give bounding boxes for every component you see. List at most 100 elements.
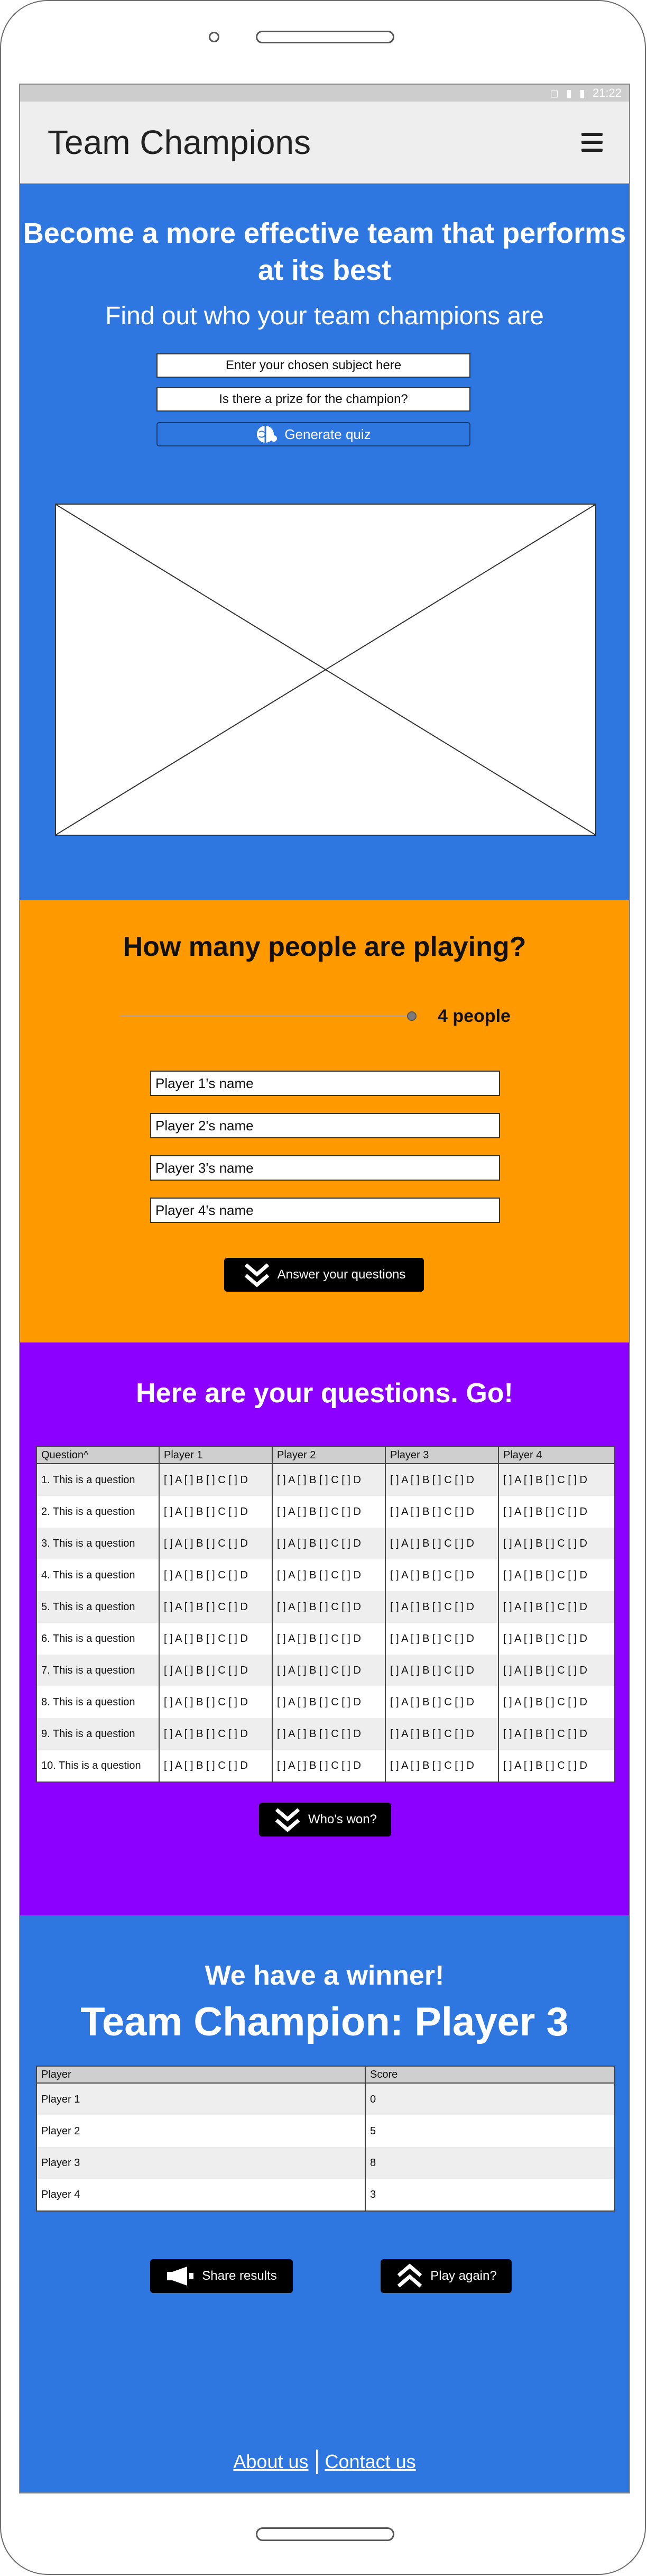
speaker-grille (256, 31, 394, 43)
player-name: Player 1 (36, 2083, 366, 2115)
about-us-link[interactable]: About us (233, 2451, 308, 2473)
answer-options[interactable]: [ ] A [ ] B [ ] C [ ] D (272, 1528, 386, 1559)
question-row: 7. This is a question[ ] A [ ] B [ ] C [… (36, 1655, 615, 1686)
question-text: 3. This is a question (36, 1528, 160, 1559)
answer-options[interactable]: [ ] A [ ] B [ ] C [ ] D (498, 1623, 615, 1655)
answer-options[interactable]: [ ] A [ ] B [ ] C [ ] D (498, 1686, 615, 1718)
answer-options[interactable]: [ ] A [ ] B [ ] C [ ] D (272, 1496, 386, 1528)
answer-options[interactable]: [ ] A [ ] B [ ] C [ ] D (272, 1464, 386, 1496)
answer-options[interactable]: [ ] A [ ] B [ ] C [ ] D (498, 1750, 615, 1783)
phone-frame: ◻ ▮ ▮ 21:22 Team Champions Become a more… (0, 0, 646, 2575)
player-name: Player 3 (36, 2147, 366, 2179)
player-score: 0 (365, 2083, 615, 2115)
wifi-icon: ◻ (550, 87, 559, 99)
subject-input[interactable] (156, 353, 470, 378)
answer-options[interactable]: [ ] A [ ] B [ ] C [ ] D (385, 1464, 499, 1496)
answer-options[interactable]: [ ] A [ ] B [ ] C [ ] D (385, 1718, 499, 1750)
questions-title: Here are your questions. Go! (136, 1378, 513, 1409)
score-row: Player 25 (36, 2115, 615, 2147)
answer-options[interactable]: [ ] A [ ] B [ ] C [ ] D (272, 1623, 386, 1655)
question-text: 9. This is a question (36, 1718, 160, 1750)
question-text: 10. This is a question (36, 1750, 160, 1783)
prize-input[interactable] (156, 387, 470, 412)
contact-us-link[interactable]: Contact us (325, 2451, 416, 2473)
column-header: Player 1 (159, 1446, 273, 1464)
questions-table: Question^ Player 1 Player 2 Player 3 Pla… (36, 1446, 615, 1783)
player-2-name-input[interactable] (150, 1113, 500, 1138)
question-text: 4. This is a question (36, 1559, 160, 1591)
answer-options[interactable]: [ ] A [ ] B [ ] C [ ] D (159, 1496, 273, 1528)
answer-options[interactable]: [ ] A [ ] B [ ] C [ ] D (272, 1655, 386, 1686)
player-1-name-input[interactable] (150, 1071, 500, 1096)
score-row: Player 38 (36, 2147, 615, 2179)
answer-options[interactable]: [ ] A [ ] B [ ] C [ ] D (385, 1528, 499, 1559)
answer-options[interactable]: [ ] A [ ] B [ ] C [ ] D (385, 1655, 499, 1686)
answer-options[interactable]: [ ] A [ ] B [ ] C [ ] D (498, 1591, 615, 1623)
column-header: Player (36, 2066, 366, 2084)
question-text: 5. This is a question (36, 1591, 160, 1623)
column-header: Score (365, 2066, 615, 2084)
scores-table: Player Score Player 1 0 Player 2 5 Player 38… (36, 2066, 615, 2212)
generate-quiz-button[interactable]: Generate quiz (156, 422, 470, 446)
whos-won-button[interactable]: Who's won? (259, 1803, 391, 1837)
hero-section: Become a more effective team that perfor… (20, 184, 629, 900)
answer-options[interactable]: [ ] A [ ] B [ ] C [ ] D (385, 1686, 499, 1718)
battery-icon: ▮ (579, 87, 585, 99)
whos-won-label: Who's won? (308, 1812, 377, 1826)
answer-questions-button[interactable]: Answer your questions (224, 1258, 424, 1292)
hamburger-menu-icon[interactable] (581, 133, 603, 152)
answer-options[interactable]: [ ] A [ ] B [ ] C [ ] D (272, 1591, 386, 1623)
signal-icon: ▮ (566, 87, 572, 99)
answer-options[interactable]: [ ] A [ ] B [ ] C [ ] D (385, 1591, 499, 1623)
question-row: 8. This is a question[ ] A [ ] B [ ] C [… (36, 1686, 615, 1718)
brain-icon (257, 426, 278, 443)
answer-options[interactable]: [ ] A [ ] B [ ] C [ ] D (385, 1623, 499, 1655)
screen: ◻ ▮ ▮ 21:22 Team Champions Become a more… (19, 84, 630, 2493)
question-row: 10. This is a question[ ] A [ ] B [ ] C … (36, 1750, 615, 1783)
answer-options[interactable]: [ ] A [ ] B [ ] C [ ] D (272, 1718, 386, 1750)
questions-section: Here are your questions. Go! Question^ P… (20, 1342, 629, 1915)
players-title: How many people are playing? (123, 931, 526, 962)
column-header: Player 2 (272, 1446, 386, 1464)
double-chevron-down-icon (244, 1263, 269, 1287)
play-again-button[interactable]: Play again? (381, 2259, 512, 2293)
answer-options[interactable]: [ ] A [ ] B [ ] C [ ] D (385, 1750, 499, 1783)
answer-options[interactable]: [ ] A [ ] B [ ] C [ ] D (272, 1750, 386, 1783)
answer-options[interactable]: [ ] A [ ] B [ ] C [ ] D (272, 1686, 386, 1718)
answer-options[interactable]: [ ] A [ ] B [ ] C [ ] D (498, 1655, 615, 1686)
player-count-slider[interactable] (121, 1008, 417, 1024)
scores-header-row: Player Score (36, 2066, 615, 2084)
answer-options[interactable]: [ ] A [ ] B [ ] C [ ] D (159, 1559, 273, 1591)
answer-options[interactable]: [ ] A [ ] B [ ] C [ ] D (385, 1496, 499, 1528)
player-4-name-input[interactable] (150, 1198, 500, 1223)
footer: About us Contact us (20, 2450, 629, 2474)
score-row: Player 10 (36, 2083, 615, 2115)
answer-options[interactable]: [ ] A [ ] B [ ] C [ ] D (159, 1623, 273, 1655)
answer-options[interactable]: [ ] A [ ] B [ ] C [ ] D (272, 1559, 386, 1591)
answer-options[interactable]: [ ] A [ ] B [ ] C [ ] D (385, 1559, 499, 1591)
answer-options[interactable]: [ ] A [ ] B [ ] C [ ] D (159, 1750, 273, 1783)
answer-options[interactable]: [ ] A [ ] B [ ] C [ ] D (498, 1464, 615, 1496)
camera-icon (209, 32, 219, 42)
app-title: Team Champions (48, 123, 311, 161)
questions-header-row: Question^ Player 1 Player 2 Player 3 Pla… (36, 1446, 615, 1464)
home-indicator (256, 2527, 394, 2541)
play-again-label: Play again? (430, 2269, 497, 2283)
answer-options[interactable]: [ ] A [ ] B [ ] C [ ] D (159, 1464, 273, 1496)
answer-options[interactable]: [ ] A [ ] B [ ] C [ ] D (159, 1718, 273, 1750)
answer-options[interactable]: [ ] A [ ] B [ ] C [ ] D (159, 1591, 273, 1623)
answer-options[interactable]: [ ] A [ ] B [ ] C [ ] D (498, 1528, 615, 1559)
player-3-name-input[interactable] (150, 1155, 500, 1181)
answer-options[interactable]: [ ] A [ ] B [ ] C [ ] D (159, 1655, 273, 1686)
answer-options[interactable]: [ ] A [ ] B [ ] C [ ] D (498, 1496, 615, 1528)
answer-questions-label: Answer your questions (277, 1267, 406, 1282)
column-header[interactable]: Question^ (36, 1446, 160, 1464)
answer-options[interactable]: [ ] A [ ] B [ ] C [ ] D (498, 1718, 615, 1750)
answer-options[interactable]: [ ] A [ ] B [ ] C [ ] D (498, 1559, 615, 1591)
answer-options[interactable]: [ ] A [ ] B [ ] C [ ] D (159, 1686, 273, 1718)
slider-handle[interactable] (407, 1011, 417, 1021)
app-header: Team Champions (20, 102, 629, 184)
share-results-button[interactable]: Share results (150, 2259, 293, 2293)
answer-options[interactable]: [ ] A [ ] B [ ] C [ ] D (159, 1528, 273, 1559)
question-row: 1. This is a question[ ] A [ ] B [ ] C [… (36, 1464, 615, 1496)
